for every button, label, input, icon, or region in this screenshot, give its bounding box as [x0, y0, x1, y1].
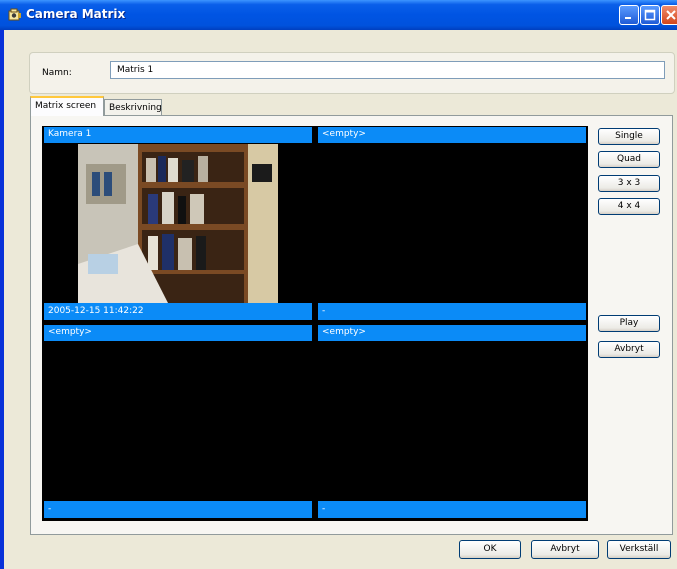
play-button[interactable]: Play	[598, 315, 660, 332]
apply-button[interactable]: Verkställ	[607, 540, 671, 559]
cell-header: Kamera 1	[44, 127, 312, 143]
cell-footer: -	[318, 303, 586, 320]
layout-single-button[interactable]: Single	[598, 128, 660, 145]
minimize-icon	[625, 17, 631, 19]
camera-matrix-window: Camera Matrix Namn: Matrix screen Beskri…	[0, 0, 677, 569]
camera-app-icon	[8, 8, 21, 21]
matrix-cell-2[interactable]: <empty> -	[316, 126, 588, 322]
layout-4x4-button[interactable]: 4 x 4	[598, 198, 660, 215]
matrix-cell-4[interactable]: <empty> -	[316, 324, 588, 520]
name-input[interactable]	[110, 61, 665, 79]
layout-quad-button[interactable]: Quad	[598, 151, 660, 168]
minimize-button[interactable]	[619, 5, 639, 25]
stop-button[interactable]: Avbryt	[598, 341, 660, 358]
cell-header: <empty>	[318, 127, 586, 143]
maximize-icon	[644, 9, 656, 21]
camera-video-frame	[78, 144, 278, 303]
tab-beskrivning[interactable]: Beskrivning	[104, 99, 162, 116]
cancel-button[interactable]: Avbryt	[531, 540, 599, 559]
camera-matrix-grid: Kamera 1 2005-12-15 11:42:22 <empty> - <…	[42, 126, 588, 521]
maximize-button[interactable]	[640, 5, 660, 25]
matrix-cell-3[interactable]: <empty> -	[42, 324, 314, 520]
ok-button[interactable]: OK	[459, 540, 521, 559]
cell-footer: -	[318, 501, 586, 518]
cell-header: <empty>	[318, 325, 586, 341]
name-group: Namn:	[29, 52, 675, 94]
matrix-cell-1[interactable]: Kamera 1 2005-12-15 11:42:22	[42, 126, 314, 322]
close-icon	[666, 10, 676, 20]
layout-3x3-button[interactable]: 3 x 3	[598, 175, 660, 192]
window-title: Camera Matrix	[26, 7, 126, 21]
cell-header: <empty>	[44, 325, 312, 341]
cell-timestamp: 2005-12-15 11:42:22	[44, 303, 312, 320]
name-label: Namn:	[42, 68, 72, 78]
cell-footer: -	[44, 501, 312, 518]
close-button[interactable]	[661, 5, 677, 25]
tab-matrix-screen[interactable]: Matrix screen	[30, 96, 104, 116]
title-bar[interactable]: Camera Matrix	[0, 0, 677, 30]
